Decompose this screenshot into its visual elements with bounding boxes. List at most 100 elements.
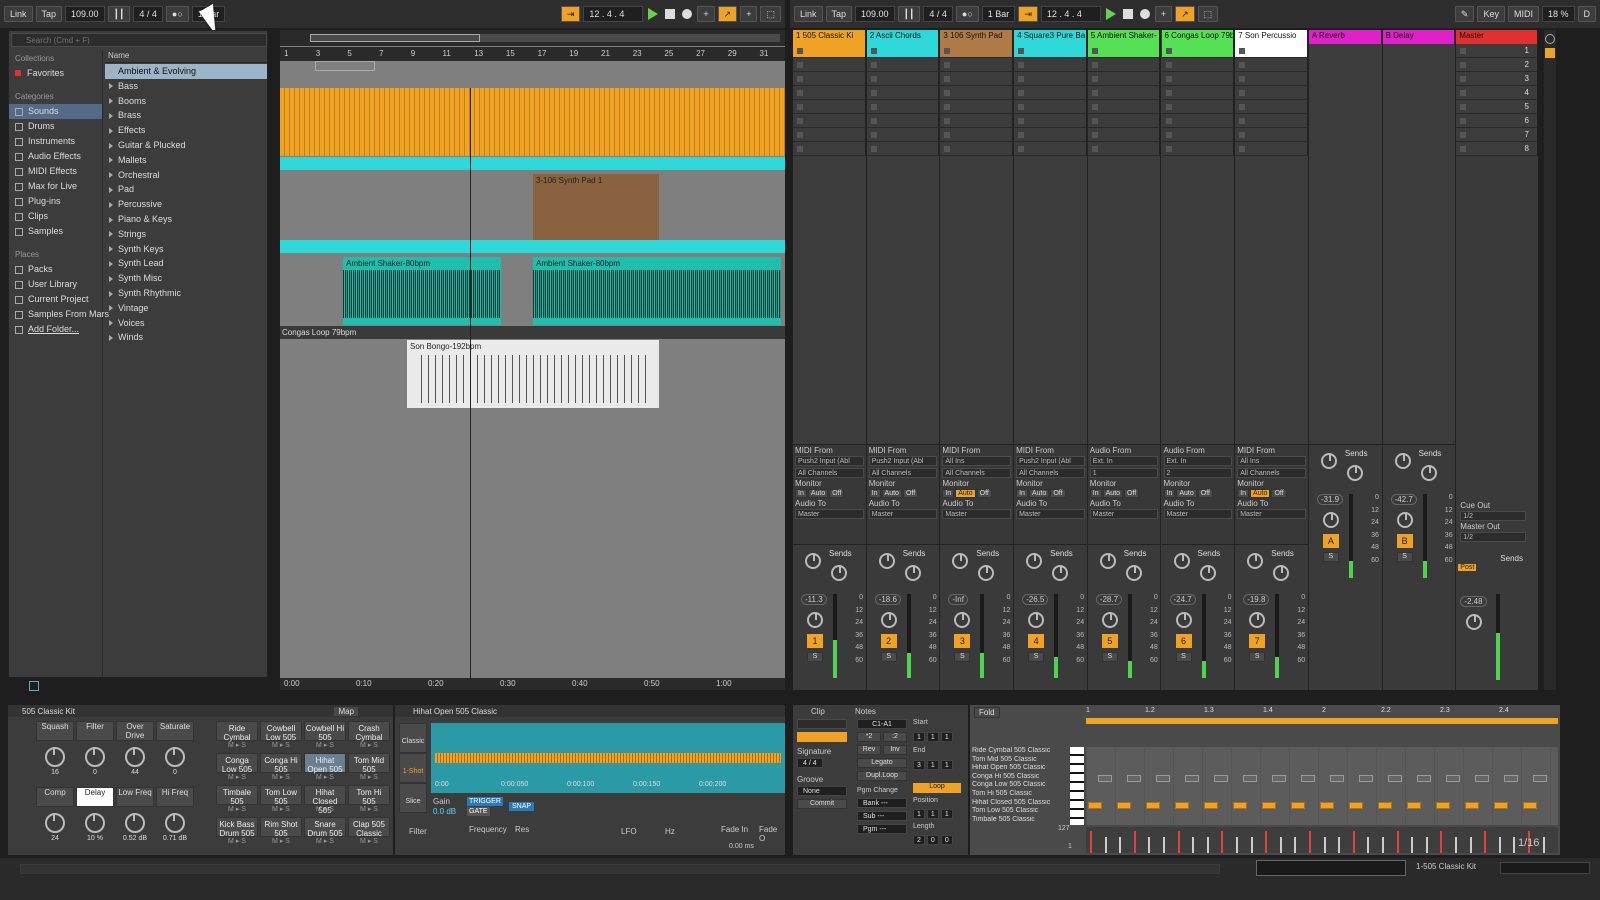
send-b-knob[interactable] xyxy=(1346,465,1363,481)
clip-slot[interactable] xyxy=(793,86,866,100)
clip-slot[interactable] xyxy=(793,58,866,72)
monitor-in-button[interactable]: In xyxy=(868,489,881,498)
midi-note[interactable] xyxy=(1417,775,1431,782)
output-select[interactable]: Master xyxy=(1163,509,1233,519)
lfo-toggle[interactable]: LFO xyxy=(621,827,637,836)
stop-button[interactable] xyxy=(663,9,677,19)
drum-pad[interactable]: Conga Hi 505 M ▸ S xyxy=(260,753,302,783)
clip-slot[interactable] xyxy=(1235,100,1308,114)
browser-item[interactable]: Effects xyxy=(105,123,267,138)
monitor-auto-button[interactable]: Auto xyxy=(1250,489,1271,498)
channel-select[interactable]: All Channels xyxy=(1016,468,1085,478)
midi-note[interactable] xyxy=(1262,802,1276,809)
song-position-2[interactable]: 12 . 4 . 4 xyxy=(1040,6,1101,22)
clip-slot[interactable] xyxy=(1087,58,1161,72)
clip-slot[interactable] xyxy=(1014,100,1087,114)
sub-field[interactable]: Sub --- xyxy=(857,811,907,821)
monitor-auto-button[interactable]: Auto xyxy=(1028,489,1050,498)
arrangement-loop-icon[interactable]: ⇥ xyxy=(1018,6,1038,22)
clip-slot[interactable] xyxy=(866,128,940,142)
monitor-in-button[interactable]: In xyxy=(1016,489,1028,498)
clip-slot[interactable] xyxy=(1087,100,1161,114)
pan-knob[interactable] xyxy=(1028,612,1045,628)
metronome-icon[interactable]: ┃┃ xyxy=(897,6,921,22)
clip-slot[interactable] xyxy=(866,142,940,156)
draw-mode-icon[interactable]: ✎ xyxy=(1454,6,1475,22)
channel-select[interactable]: 2 xyxy=(1163,468,1233,478)
drum-pad[interactable]: Clap 505 Classic M ▸ S xyxy=(348,817,390,847)
monitor-off-button[interactable]: Off xyxy=(829,489,845,498)
midi-note[interactable] xyxy=(1446,775,1460,782)
macro-knob[interactable] xyxy=(45,747,65,767)
send-b-knob[interactable] xyxy=(1052,565,1069,581)
waveform-display[interactable]: 0:00 0:00:050 0:00:100 0:00:150 0:00:200 xyxy=(431,723,785,793)
midi-note[interactable] xyxy=(1436,802,1450,809)
pad-controls[interactable]: M ▸ S xyxy=(216,805,258,813)
clip-name-field[interactable] xyxy=(797,719,847,729)
clip-slot[interactable] xyxy=(866,100,940,114)
velocity-bar[interactable] xyxy=(1396,831,1399,853)
clip-slot[interactable] xyxy=(1014,114,1087,128)
velocity-bar[interactable] xyxy=(1133,831,1136,853)
clip-slot[interactable] xyxy=(1087,72,1161,86)
double-button[interactable]: *2 xyxy=(857,732,881,742)
midi-note[interactable] xyxy=(1272,775,1286,782)
master-volume[interactable]: -2.48 xyxy=(1460,596,1487,607)
velocity-bar[interactable] xyxy=(1090,831,1092,853)
clip-slot[interactable] xyxy=(793,128,866,142)
midi-note[interactable] xyxy=(1378,802,1392,809)
clip-slot[interactable] xyxy=(1235,128,1308,142)
velocity-bar[interactable] xyxy=(1104,837,1107,853)
send-a-knob[interactable] xyxy=(1394,453,1411,469)
track-title[interactable]: 7 Son Percussio xyxy=(1235,30,1308,44)
macro-knob[interactable] xyxy=(85,747,105,767)
commit-button[interactable]: Commit xyxy=(797,799,847,809)
signature-field[interactable]: 4 / 4 xyxy=(797,758,823,768)
midi-note[interactable] xyxy=(1156,775,1170,782)
midi-note[interactable] xyxy=(1359,775,1373,782)
drum-pad[interactable]: Cowbell Low 505 M ▸ S xyxy=(260,721,302,751)
send-b-knob[interactable] xyxy=(904,565,921,581)
clip-loop-brace[interactable] xyxy=(1086,718,1558,724)
arrangement-clip-shaker-2[interactable]: Ambient Shaker-80bpm xyxy=(533,257,781,325)
sidebar-item-samples-from-mars[interactable]: Samples From Mars xyxy=(9,307,109,322)
drum-pad[interactable]: Timbale 505 M ▸ S xyxy=(216,785,258,815)
drum-pad[interactable]: Tom Hi 505 M ▸ S xyxy=(348,785,390,815)
fade-in-value[interactable]: 0.00 ms xyxy=(729,843,754,850)
pad-controls[interactable]: M ▸ S xyxy=(304,805,346,813)
clip-slot[interactable] xyxy=(1014,128,1087,142)
velocity-bar[interactable] xyxy=(1206,837,1209,853)
midi-note[interactable] xyxy=(1533,775,1547,782)
browser-item[interactable]: Booms xyxy=(105,94,267,109)
sidebar-item-plugins[interactable]: Plug-ins xyxy=(9,194,102,209)
midi-note[interactable] xyxy=(1243,775,1257,782)
arrangement-loop-icon[interactable]: ⇥ xyxy=(560,6,581,22)
volume-value[interactable]: -19.8 xyxy=(1243,594,1270,605)
send-b-knob[interactable] xyxy=(1273,565,1290,581)
link-button[interactable]: Link xyxy=(4,6,33,22)
reverse-button[interactable]: Rev xyxy=(857,745,881,755)
overview-strip[interactable] xyxy=(280,30,785,46)
send-b-knob[interactable] xyxy=(1125,565,1142,581)
clip-number-field[interactable]: 1 xyxy=(913,732,925,742)
drum-pad[interactable]: Conga Low 505 M ▸ S xyxy=(216,753,258,783)
pad-controls[interactable]: M ▸ S xyxy=(260,805,302,813)
macro-knob[interactable] xyxy=(165,747,185,767)
macro-knob[interactable] xyxy=(165,813,185,833)
input-select[interactable]: Ext. In xyxy=(1163,456,1233,466)
velocity-bar[interactable] xyxy=(1279,837,1282,853)
clip-slot[interactable] xyxy=(940,114,1014,128)
velocity-bar[interactable] xyxy=(1411,837,1414,853)
drum-pad[interactable]: Hihat Open 505 M ▸ S xyxy=(304,753,346,783)
clip-slot[interactable] xyxy=(1235,86,1308,100)
clip-number-field[interactable]: 1 xyxy=(913,809,925,819)
input-select[interactable]: Ext. In xyxy=(1089,456,1159,466)
velocity-bar[interactable] xyxy=(1236,837,1238,853)
send-a-knob[interactable] xyxy=(1320,453,1337,469)
macro-comp[interactable]: Comp 24 xyxy=(36,787,74,849)
velocity-bar[interactable] xyxy=(1192,837,1195,853)
velocity-bar[interactable] xyxy=(1323,837,1326,853)
expand-icon[interactable] xyxy=(109,305,113,312)
pgm-field[interactable]: Pgm --- xyxy=(857,824,907,834)
return-title[interactable]: A Reverb xyxy=(1308,30,1382,44)
